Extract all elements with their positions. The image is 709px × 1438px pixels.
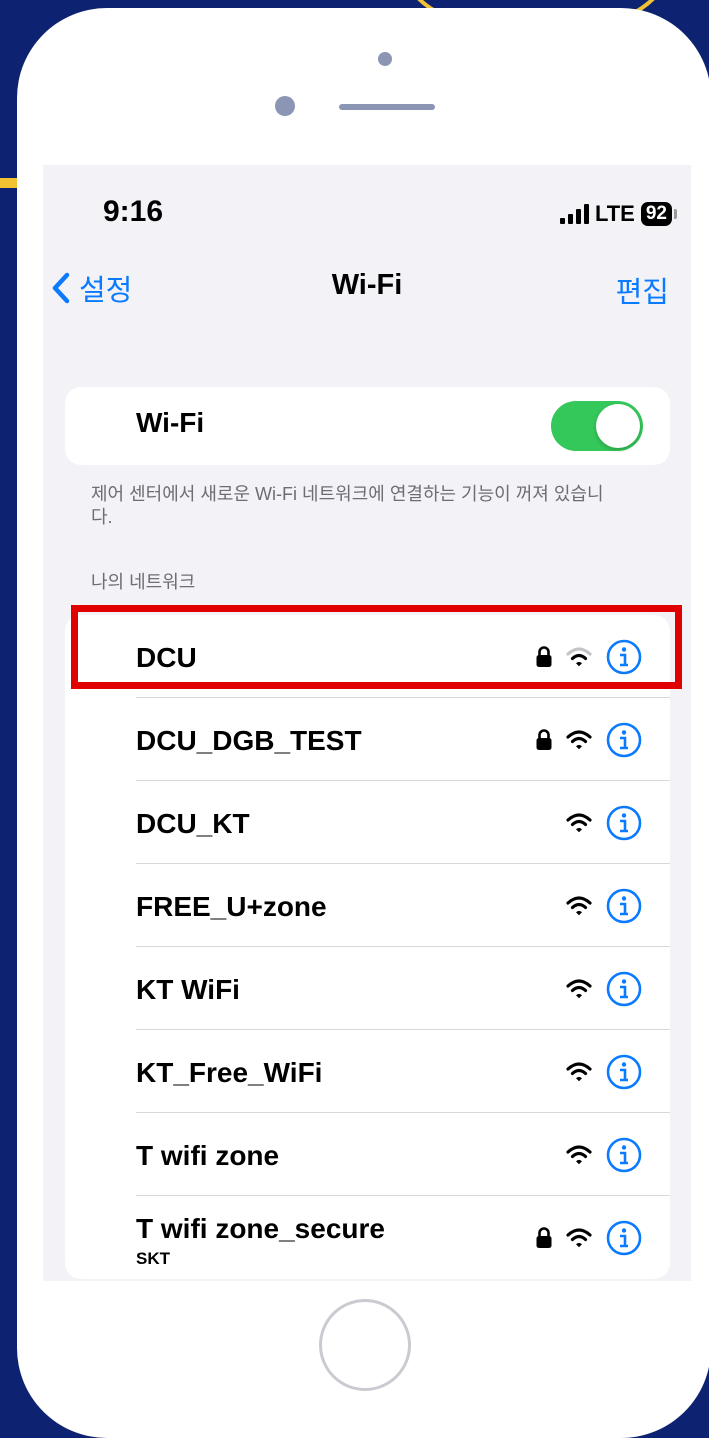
info-icon[interactable] bbox=[606, 888, 642, 924]
network-row-t-wifi-zone-secure[interactable]: T wifi zone_secure SKT bbox=[65, 1196, 670, 1279]
wifi-toggle-switch[interactable] bbox=[551, 401, 643, 451]
my-networks-header: 나의 네트워크 bbox=[91, 572, 196, 592]
lock-icon bbox=[536, 728, 552, 750]
network-type: LTE bbox=[594, 201, 635, 226]
network-name: T wifi zone bbox=[136, 1140, 280, 1171]
wifi-signal-icon bbox=[566, 812, 592, 832]
status-indicators: LTE 92 bbox=[559, 201, 677, 227]
navigation-bar: 설정 Wi-Fi 편집 bbox=[43, 265, 691, 315]
status-bar: 9:16 LTE 92 bbox=[43, 165, 691, 265]
network-row-kt-free-wifi[interactable]: KT_Free_WiFi bbox=[65, 1030, 670, 1113]
info-icon[interactable] bbox=[606, 1054, 642, 1090]
wifi-signal-icon bbox=[566, 895, 592, 915]
network-name: FREE_U+zone bbox=[136, 891, 327, 922]
network-row-free-uplus-zone[interactable]: FREE_U+zone bbox=[65, 864, 670, 947]
cellular-signal-icon bbox=[559, 204, 589, 224]
page-title: Wi-Fi bbox=[331, 269, 403, 301]
info-icon[interactable] bbox=[606, 1220, 642, 1256]
network-subtitle: SKT bbox=[136, 1249, 170, 1268]
wifi-footnote: 제어 센터에서 새로운 Wi-Fi 네트워크에 연결하는 기능이 꺼져 있습니다… bbox=[91, 484, 604, 527]
network-name: DCU bbox=[136, 642, 197, 673]
network-name: KT_Free_WiFi bbox=[136, 1057, 323, 1088]
network-row-dcu-kt[interactable]: DCU_KT bbox=[65, 781, 670, 864]
wifi-toggle-row: Wi-Fi bbox=[65, 387, 670, 465]
info-icon[interactable] bbox=[606, 1137, 642, 1173]
wifi-signal-icon bbox=[566, 978, 592, 998]
network-name: T wifi zone_secure bbox=[136, 1213, 385, 1244]
info-icon[interactable] bbox=[606, 805, 642, 841]
network-name: DCU_KT bbox=[136, 808, 250, 839]
battery-icon: 92 bbox=[640, 202, 672, 226]
toggle-knob bbox=[596, 404, 640, 448]
battery-tip bbox=[674, 209, 677, 219]
my-networks-list: DCU DCU_DGB_TEST DCU_KT FREE_U+zone KT W… bbox=[65, 615, 670, 1279]
earpiece-speaker bbox=[339, 104, 435, 110]
wifi-toggle-label: Wi-Fi bbox=[136, 407, 205, 438]
proximity-sensor bbox=[275, 96, 295, 116]
info-icon[interactable] bbox=[606, 722, 642, 758]
lock-icon bbox=[536, 645, 552, 667]
info-icon[interactable] bbox=[606, 971, 642, 1007]
wifi-signal-icon bbox=[566, 1144, 592, 1164]
home-button[interactable] bbox=[319, 1299, 411, 1391]
network-row-dcu[interactable]: DCU bbox=[65, 615, 670, 698]
wifi-weak-icon bbox=[566, 646, 592, 666]
wifi-signal-icon bbox=[566, 1227, 592, 1247]
network-row-kt-wifi[interactable]: KT WiFi bbox=[65, 947, 670, 1030]
network-row-t-wifi-zone[interactable]: T wifi zone bbox=[65, 1113, 670, 1196]
lock-icon bbox=[536, 1226, 552, 1248]
info-icon[interactable] bbox=[606, 639, 642, 675]
wifi-signal-icon bbox=[566, 729, 592, 749]
edit-button[interactable]: 편집 bbox=[616, 269, 669, 311]
wifi-signal-icon bbox=[566, 1061, 592, 1081]
network-name: KT WiFi bbox=[136, 974, 240, 1005]
front-camera bbox=[378, 52, 392, 66]
network-row-dcu-dgb-test[interactable]: DCU_DGB_TEST bbox=[65, 698, 670, 781]
phone-screen: 9:16 LTE 92 설정 Wi-Fi 편집 Wi-Fi 제어 센터에서 새로… bbox=[43, 165, 691, 1281]
status-time: 9:16 bbox=[103, 195, 164, 228]
network-name: DCU_DGB_TEST bbox=[136, 725, 362, 756]
